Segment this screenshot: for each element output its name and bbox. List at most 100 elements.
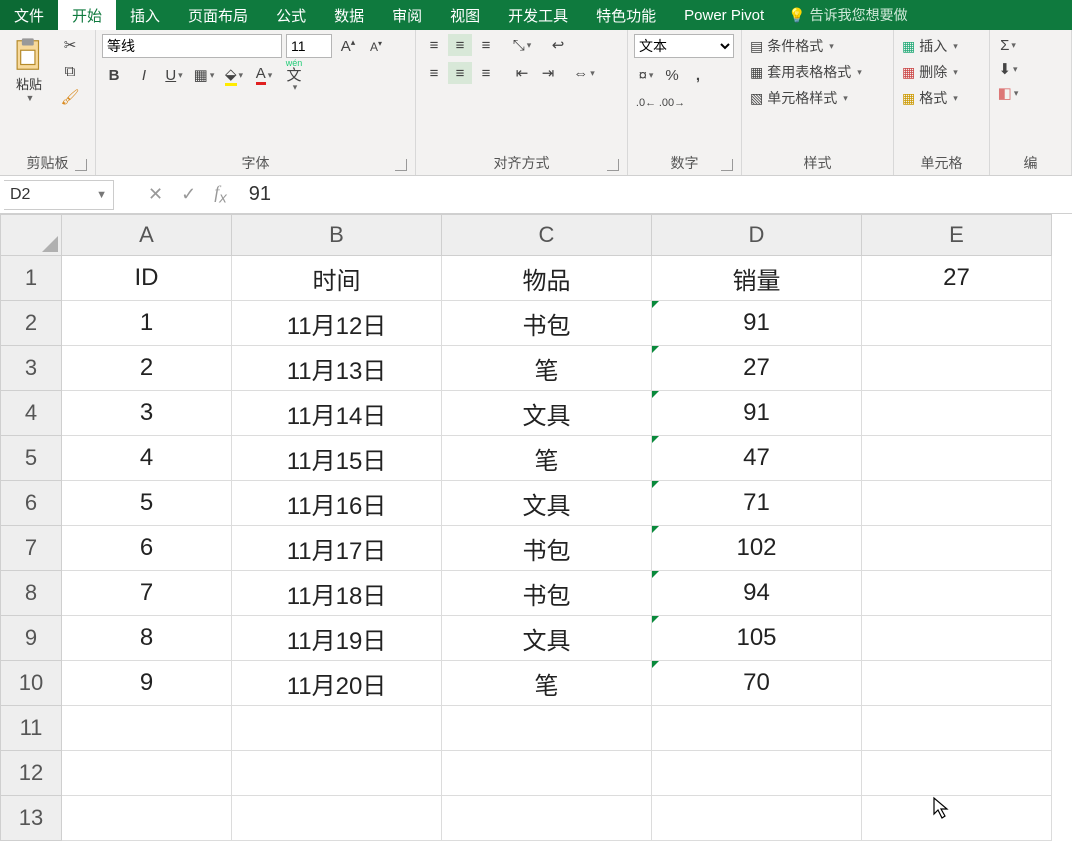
cell[interactable] <box>862 796 1052 841</box>
cell[interactable] <box>652 706 862 751</box>
cell[interactable]: 文具 <box>442 391 652 436</box>
cell[interactable] <box>652 796 862 841</box>
row-header[interactable]: 8 <box>0 571 62 616</box>
tell-me-search[interactable]: 💡 告诉我您想要做 <box>788 0 907 30</box>
cell[interactable]: 书包 <box>442 571 652 616</box>
increase-font-button[interactable]: A▴ <box>336 35 360 57</box>
cell[interactable]: 9 <box>62 661 232 706</box>
phonetic-button[interactable]: wén文▾ <box>282 64 306 86</box>
format-cells-button[interactable]: ▦格式▾ <box>900 86 960 110</box>
cell[interactable] <box>232 751 442 796</box>
tab-view[interactable]: 视图 <box>436 0 494 30</box>
row-header[interactable]: 4 <box>0 391 62 436</box>
row-header[interactable]: 12 <box>0 751 62 796</box>
cell[interactable]: 71 <box>652 481 862 526</box>
cell[interactable]: 笔 <box>442 661 652 706</box>
cell[interactable]: 书包 <box>442 301 652 346</box>
column-header[interactable]: C <box>442 214 652 256</box>
align-right-button[interactable]: ≡ <box>474 62 498 84</box>
cell[interactable]: 11月18日 <box>232 571 442 616</box>
cell[interactable]: 文具 <box>442 616 652 661</box>
cell[interactable]: 11月14日 <box>232 391 442 436</box>
cell[interactable]: ID <box>62 256 232 301</box>
cell[interactable] <box>652 751 862 796</box>
tab-page-layout[interactable]: 页面布局 <box>174 0 262 30</box>
cell[interactable]: 11月16日 <box>232 481 442 526</box>
cell[interactable]: 7 <box>62 571 232 616</box>
align-bottom-button[interactable]: ≡ <box>474 34 498 56</box>
cell[interactable] <box>862 436 1052 481</box>
tab-review[interactable]: 审阅 <box>378 0 436 30</box>
orientation-button[interactable]: ⤡▾ <box>510 34 534 56</box>
cell[interactable] <box>62 796 232 841</box>
cell[interactable]: 27 <box>652 346 862 391</box>
cell[interactable]: 91 <box>652 301 862 346</box>
fill-button[interactable]: ⬇▾ <box>996 58 1020 80</box>
cell-styles-button[interactable]: ▧单元格样式▾ <box>748 86 850 110</box>
cell[interactable]: 11月15日 <box>232 436 442 481</box>
cell[interactable] <box>862 751 1052 796</box>
cell[interactable]: 销量 <box>652 256 862 301</box>
column-header[interactable]: D <box>652 214 862 256</box>
comma-button[interactable]: , <box>686 64 710 86</box>
row-header[interactable]: 10 <box>0 661 62 706</box>
cell[interactable] <box>232 796 442 841</box>
align-left-button[interactable]: ≡ <box>422 62 446 84</box>
row-header[interactable]: 6 <box>0 481 62 526</box>
cell[interactable] <box>232 706 442 751</box>
cell[interactable]: 2 <box>62 346 232 391</box>
merge-center-button[interactable]: ⇔▾ <box>572 62 596 84</box>
cell[interactable]: 91 <box>652 391 862 436</box>
cell[interactable]: 笔 <box>442 346 652 391</box>
cell[interactable]: 11月12日 <box>232 301 442 346</box>
align-middle-button[interactable]: ≡ <box>448 34 472 56</box>
decrease-indent-button[interactable]: ⇤ <box>510 62 534 84</box>
cell[interactable] <box>62 706 232 751</box>
cell[interactable]: 书包 <box>442 526 652 571</box>
cell[interactable]: 11月19日 <box>232 616 442 661</box>
cell[interactable] <box>442 751 652 796</box>
cell[interactable]: 3 <box>62 391 232 436</box>
row-header[interactable]: 2 <box>0 301 62 346</box>
cell[interactable] <box>862 616 1052 661</box>
cell[interactable] <box>862 526 1052 571</box>
cell[interactable]: 1 <box>62 301 232 346</box>
tab-special[interactable]: 特色功能 <box>582 0 670 30</box>
cell[interactable] <box>862 661 1052 706</box>
dialog-launcher-icon[interactable] <box>607 159 619 171</box>
italic-button[interactable]: I <box>132 64 156 86</box>
cell[interactable]: 笔 <box>442 436 652 481</box>
tab-power-pivot[interactable]: Power Pivot <box>670 0 778 30</box>
accounting-format-button[interactable]: ¤▾ <box>634 64 658 86</box>
clear-button[interactable]: ◧▾ <box>996 82 1020 104</box>
cut-button[interactable]: ✂ <box>58 34 82 56</box>
percent-button[interactable]: % <box>660 64 684 86</box>
cell[interactable]: 4 <box>62 436 232 481</box>
cell[interactable] <box>862 301 1052 346</box>
paste-button[interactable]: 粘贴 ▼ <box>6 34 52 105</box>
cell[interactable]: 70 <box>652 661 862 706</box>
tab-home[interactable]: 开始 <box>58 0 116 30</box>
dialog-launcher-icon[interactable] <box>395 159 407 171</box>
row-header[interactable]: 1 <box>0 256 62 301</box>
column-header[interactable]: A <box>62 214 232 256</box>
row-header[interactable]: 9 <box>0 616 62 661</box>
cell[interactable]: 11月13日 <box>232 346 442 391</box>
tab-formulas[interactable]: 公式 <box>262 0 320 30</box>
align-center-button[interactable]: ≡ <box>448 62 472 84</box>
copy-button[interactable]: ⧉ <box>58 60 82 82</box>
cell[interactable]: 105 <box>652 616 862 661</box>
number-format-select[interactable]: 文本 <box>634 34 734 58</box>
row-header[interactable]: 5 <box>0 436 62 481</box>
tab-insert[interactable]: 插入 <box>116 0 174 30</box>
cancel-formula-button[interactable]: ✕ <box>148 184 163 205</box>
cell[interactable] <box>862 571 1052 616</box>
cell[interactable]: 11月20日 <box>232 661 442 706</box>
borders-button[interactable]: ▦▾ <box>192 64 216 86</box>
font-size-select[interactable] <box>286 34 332 58</box>
tab-file[interactable]: 文件 <box>0 0 58 30</box>
cell[interactable] <box>62 751 232 796</box>
decrease-font-button[interactable]: A▾ <box>364 35 388 57</box>
column-header[interactable]: E <box>862 214 1052 256</box>
cell[interactable]: 物品 <box>442 256 652 301</box>
